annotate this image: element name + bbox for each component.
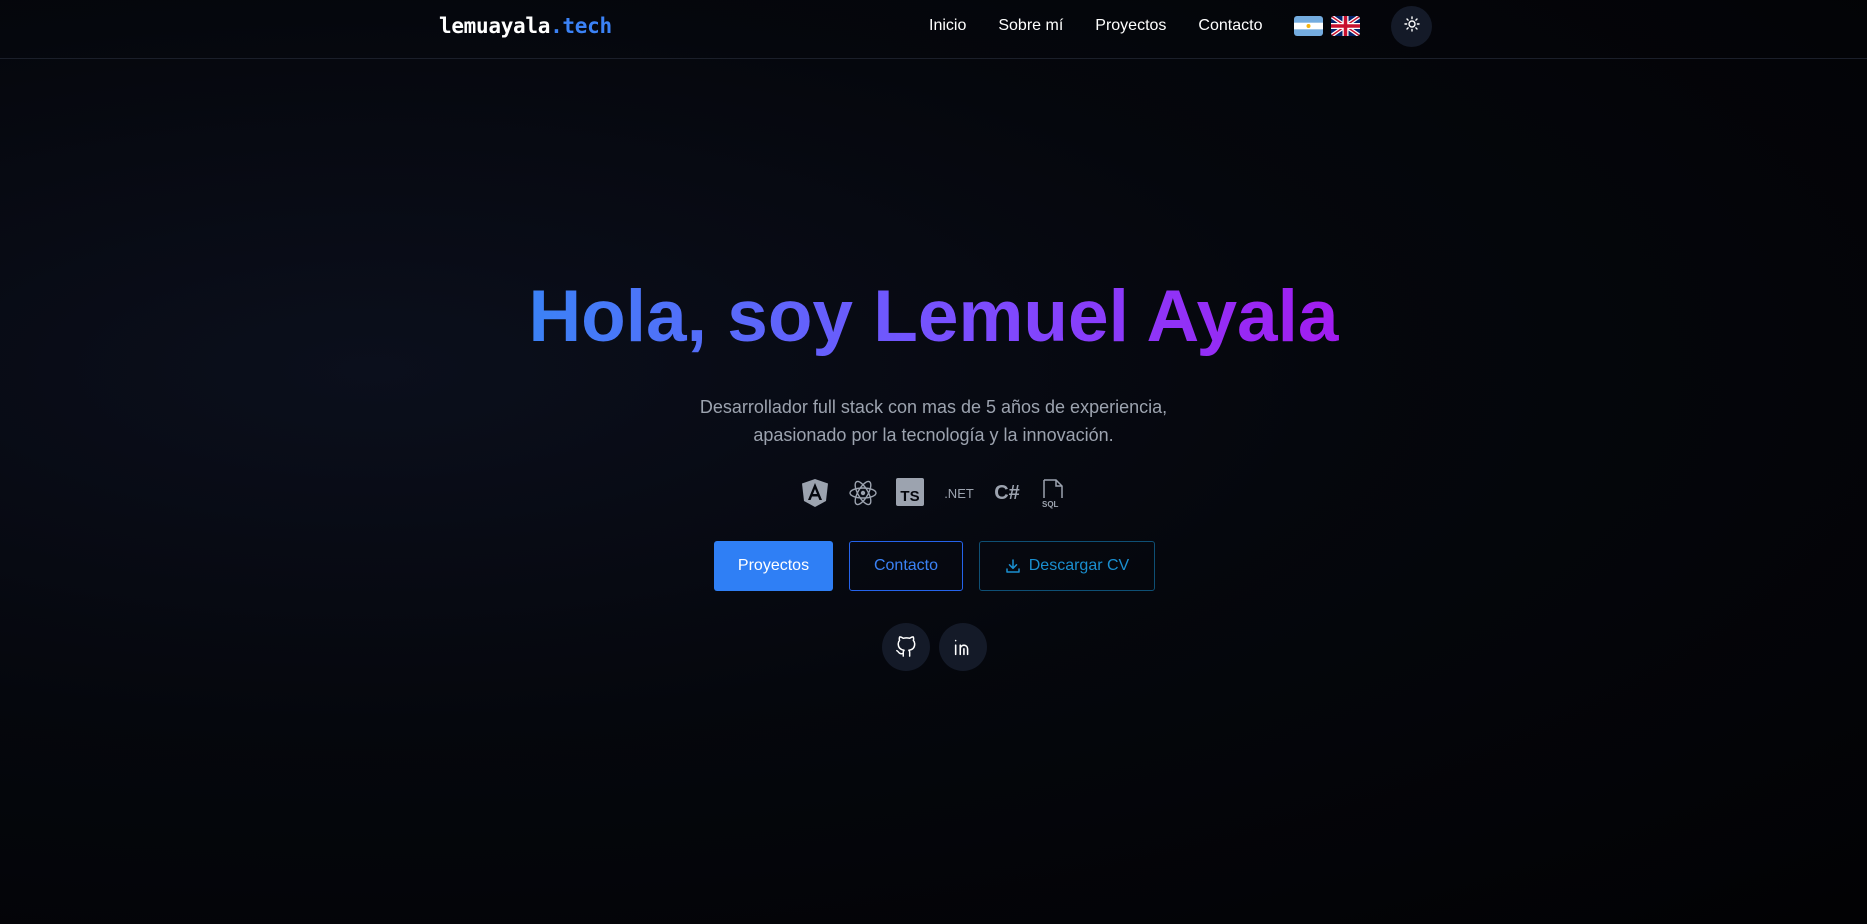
csharp-label: C# bbox=[994, 481, 1020, 504]
flag-argentina-icon[interactable] bbox=[1294, 16, 1323, 36]
nav-link-contacto[interactable]: Contacto bbox=[1198, 17, 1262, 35]
download-icon bbox=[1005, 558, 1021, 574]
download-cv-button[interactable]: Descargar CV bbox=[979, 541, 1155, 591]
contact-button[interactable]: Contacto bbox=[849, 541, 963, 591]
sql-icon: SQL bbox=[1040, 478, 1066, 510]
linkedin-icon bbox=[952, 636, 974, 658]
sun-icon bbox=[1403, 16, 1420, 37]
react-icon bbox=[848, 478, 878, 508]
theme-toggle-button[interactable] bbox=[1391, 6, 1432, 47]
typescript-icon: TS bbox=[896, 478, 924, 506]
hero-subtitle-line2: apasionado por la tecnología y la innova… bbox=[753, 425, 1114, 445]
typescript-label: TS bbox=[900, 487, 920, 505]
logo-suffix: .tech bbox=[550, 14, 612, 38]
linkedin-link[interactable] bbox=[939, 623, 987, 671]
nav-link-proyectos[interactable]: Proyectos bbox=[1095, 17, 1166, 35]
flag-uk-icon[interactable] bbox=[1331, 16, 1360, 36]
hero-title: Hola, soy Lemuel Ayala bbox=[528, 276, 1339, 357]
contact-button-label: Contacto bbox=[873, 557, 939, 574]
nav-link-inicio[interactable]: Inicio bbox=[929, 17, 966, 35]
nav-link-sobre-mi[interactable]: Sobre mí bbox=[998, 17, 1063, 35]
github-icon bbox=[895, 636, 917, 658]
github-link[interactable] bbox=[882, 623, 930, 671]
angular-icon bbox=[800, 478, 830, 508]
nav-menu: Inicio Sobre mí Proyectos Contacto bbox=[929, 17, 1294, 35]
site-logo[interactable]: lemuayala.tech bbox=[439, 14, 612, 38]
logo-main: lemuayala bbox=[439, 14, 551, 38]
csharp-icon: C# bbox=[992, 478, 1022, 508]
dotnet-label: .NET bbox=[944, 485, 974, 501]
download-cv-label: Descargar CV bbox=[1028, 557, 1130, 574]
navbar: lemuayala.tech Inicio Sobre mí Proyectos… bbox=[0, 0, 1867, 59]
hero-subtitle-line1: Desarrollador full stack con mas de 5 añ… bbox=[699, 397, 1168, 417]
projects-button[interactable]: Proyectos bbox=[714, 541, 833, 591]
sql-label: SQL bbox=[1042, 500, 1059, 509]
dotnet-icon: .NET bbox=[942, 478, 976, 508]
projects-button-label: Proyectos bbox=[737, 557, 810, 574]
